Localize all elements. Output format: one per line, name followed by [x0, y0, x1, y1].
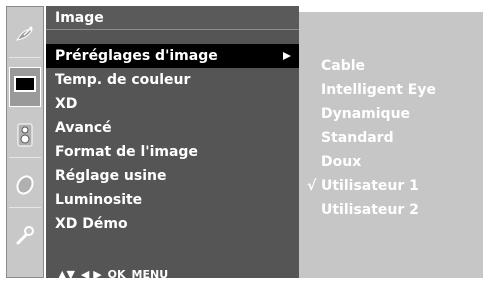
clock-icon	[14, 174, 36, 200]
submenu-item-label: Utilisateur 2	[321, 202, 419, 218]
submenu-background: Cable Intelligent Eye Dynamique Standard…	[299, 12, 483, 278]
menu-item-picture-presets[interactable]: Préréglages d'image	[46, 44, 299, 68]
submenu-item-label: Utilisateur 1	[321, 178, 419, 194]
menu-item-label: Préréglages d'image	[55, 48, 218, 64]
satellite-dish-icon	[14, 24, 36, 50]
audio-category[interactable]	[9, 117, 41, 158]
menu-item-advanced[interactable]: Avancé	[46, 116, 299, 140]
menu-hint: MENU	[131, 267, 169, 281]
submenu-item-label: Dynamique	[321, 106, 411, 122]
menu-item-aspect-ratio[interactable]: Format de l'image	[46, 140, 299, 164]
submenu-item-label: Intelligent Eye	[321, 82, 436, 98]
picture-menu-panel: Image Préréglages d'image Temp. de coule…	[46, 6, 299, 278]
submenu-item-label: Doux	[321, 154, 362, 170]
submenu-item-cable[interactable]: Cable	[299, 54, 483, 78]
menu-item-label: Avancé	[55, 120, 112, 136]
submenu-item-utilisateur-1[interactable]: √ Utilisateur 1	[299, 174, 483, 198]
menu-item-label: Format de l'image	[55, 144, 198, 160]
category-icon-bar	[6, 6, 44, 278]
menu-title: Image	[46, 6, 299, 30]
menu-item-brightness[interactable]: Luminosite	[46, 188, 299, 212]
submenu-item-list: Cable Intelligent Eye Dynamique Standard…	[299, 54, 483, 222]
menu-item-label: Temp. de couleur	[55, 72, 191, 88]
menu-item-factory-reset[interactable]: Réglage usine	[46, 164, 299, 188]
submenu-item-utilisateur-2[interactable]: Utilisateur 2	[299, 198, 483, 222]
menu-item-color-temperature[interactable]: Temp. de couleur	[46, 68, 299, 92]
picture-icon	[13, 75, 37, 99]
submenu-item-intelligent-eye[interactable]: Intelligent Eye	[299, 78, 483, 102]
tv-osd-screen: Image Préréglages d'image Temp. de coule…	[0, 0, 489, 284]
submenu-item-label: Standard	[321, 130, 394, 146]
wrench-icon	[14, 224, 36, 250]
submenu-arrow-icon	[283, 52, 291, 60]
menu-item-xd-demo[interactable]: XD Démo	[46, 212, 299, 236]
left-right-arrows-icon: ◀ ▶	[80, 267, 102, 281]
navigation-hint-bar: ▲▼ ◀ ▶ OK MENU	[46, 266, 299, 282]
menu-item-label: Luminosite	[55, 192, 143, 208]
menu-item-label: Réglage usine	[55, 168, 167, 184]
time-category[interactable]	[9, 167, 41, 208]
option-category[interactable]	[9, 217, 41, 257]
menu-item-list: Préréglages d'image Temp. de couleur XD …	[46, 44, 299, 236]
menu-item-xd[interactable]: XD	[46, 92, 299, 116]
setup-category[interactable]	[9, 17, 41, 58]
submenu-item-dynamique[interactable]: Dynamique	[299, 102, 483, 126]
picture-category[interactable]	[9, 67, 41, 107]
speaker-icon	[16, 123, 34, 151]
submenu-item-label: Cable	[321, 58, 366, 74]
up-down-arrows-icon: ▲▼	[58, 267, 75, 281]
submenu-item-doux[interactable]: Doux	[299, 150, 483, 174]
check-mark-icon: √	[307, 178, 317, 194]
ok-hint: OK	[107, 267, 126, 281]
menu-item-label: XD	[55, 96, 78, 112]
presets-submenu-panel: Cable Intelligent Eye Dynamique Standard…	[299, 6, 483, 278]
submenu-item-standard[interactable]: Standard	[299, 126, 483, 150]
menu-item-label: XD Démo	[55, 216, 128, 232]
